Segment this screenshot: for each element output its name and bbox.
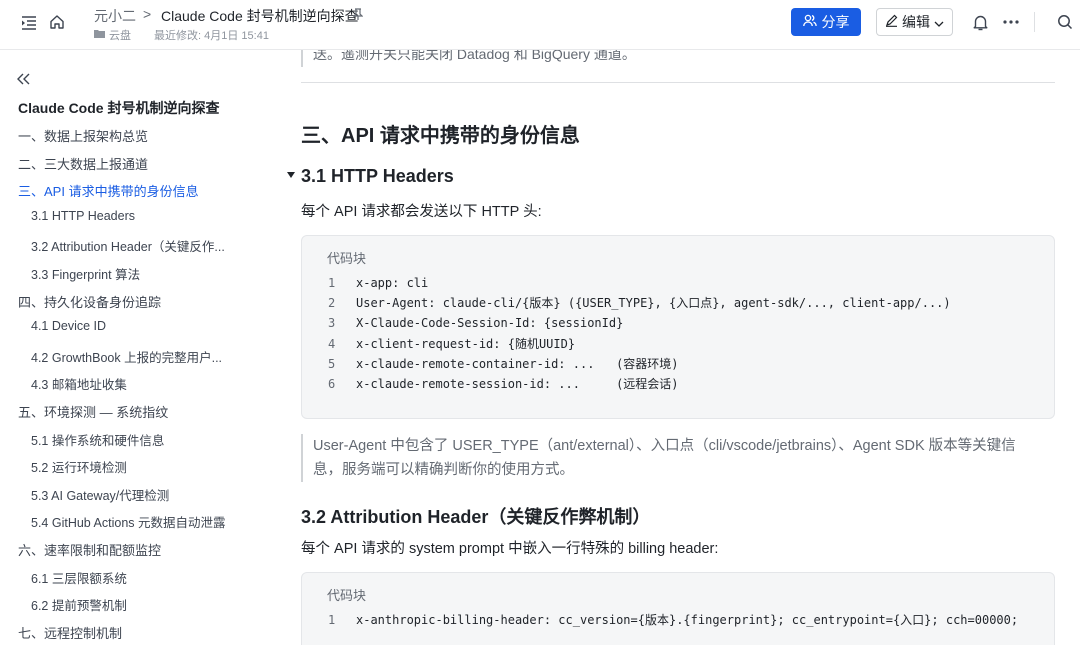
toc-item[interactable]: 二、三大数据上报通道 <box>18 154 148 173</box>
toc-item[interactable]: 5.2 运行环境检测 <box>31 457 127 476</box>
pencil-icon <box>885 14 898 30</box>
divider-line <box>301 82 1055 83</box>
toc-item[interactable]: 4.1 Device ID <box>31 319 106 333</box>
users-icon <box>802 14 817 30</box>
paragraph-3-2-intro: 每个 API 请求的 system prompt 中嵌入一行特殊的 billin… <box>301 541 719 557</box>
toc-item[interactable]: 3.3 Fingerprint 算法 <box>31 264 140 283</box>
pin-icon[interactable] <box>351 6 365 22</box>
quote-line: User-Agent 中包含了 USER_TYPE（ant/external）、… <box>313 438 1016 454</box>
code-text: x-claude-remote-container-id: ... (容器环境) <box>356 356 679 371</box>
breadcrumb-parent[interactable]: 元小二 <box>94 6 136 26</box>
bell-icon[interactable] <box>969 11 991 33</box>
line-number: 3 <box>328 316 336 331</box>
code-block[interactable]: 代码块 1 x-anthropic-billing-header: cc_vers… <box>301 572 1055 645</box>
edit-button[interactable]: 编辑 <box>876 8 953 36</box>
share-label: 分享 <box>821 14 850 30</box>
collapse-triangle-icon[interactable] <box>287 172 295 178</box>
search-icon[interactable] <box>1054 11 1076 33</box>
collapse-sidebar-icon[interactable] <box>14 70 34 88</box>
toc-item[interactable]: 4.3 邮箱地址收集 <box>31 374 127 393</box>
code-text: x-claude-remote-session-id: ... (远程会话) <box>356 377 679 391</box>
toc-item[interactable]: 3.2 Attribution Header（关键反作... <box>31 236 225 255</box>
toc-item[interactable]: 5.4 GitHub Actions 元数据自动泄露 <box>31 512 226 531</box>
toc-item[interactable]: 四、持久化设备身份追踪 <box>18 292 161 311</box>
line-number: 2 <box>328 296 336 311</box>
subsection-heading-3-2: 3.2 Attribution Header（关键反作弊机制） <box>301 507 651 527</box>
code-text: x-anthropic-billing-header: cc_version={… <box>356 613 1019 627</box>
toc-item[interactable]: 6.1 三层限额系统 <box>31 568 127 587</box>
folder-icon <box>94 29 105 41</box>
line-number: 4 <box>328 336 336 351</box>
line-number: 6 <box>328 377 336 391</box>
section-heading: 三、API 请求中携带的身份信息 <box>301 125 580 147</box>
divider <box>1034 12 1035 32</box>
quote-line: 息，服务端可以精确判断你的使用方式。 <box>313 462 574 478</box>
line-number: 1 <box>328 613 336 627</box>
doc-location[interactable]: 云盘 <box>94 27 131 43</box>
home-icon[interactable] <box>46 11 68 33</box>
toc-item[interactable]: 5.3 AI Gateway/代理检测 <box>31 485 169 504</box>
subsection-heading-3-1: 3.1 HTTP Headers <box>301 166 454 186</box>
toc-item[interactable]: 五、环境探测 — 系统指纹 <box>18 402 168 421</box>
code-text: x-client-request-id: {随机UUID} <box>356 336 576 351</box>
prev-quote: 送。遥测开关只能关闭 Datadog 和 BigQuery 通道。 <box>301 50 1055 67</box>
breadcrumb-separator: > <box>143 6 152 22</box>
toc-document-title[interactable]: Claude Code 封号机制逆向探查 <box>18 98 219 118</box>
paragraph-3-1-intro: 每个 API 请求都会发送以下 HTTP 头: <box>301 204 542 220</box>
chevron-down-icon <box>934 14 944 30</box>
last-modified: 最近修改: 4月1日 15:41 <box>154 30 269 42</box>
edit-label: 编辑 <box>902 14 930 30</box>
toc-item[interactable]: 6.2 提前预警机制 <box>31 595 127 614</box>
document-title[interactable]: Claude Code 封号机制逆向探查 <box>161 6 359 26</box>
toc-item[interactable]: 4.2 GrowthBook 上报的完整用户... <box>31 347 222 366</box>
top-bar: 元小二 > Claude Code 封号机制逆向探查 云盘 最近修改: 4月1日… <box>0 0 1080 50</box>
document-body: 送。遥测开关只能关闭 Datadog 和 BigQuery 通道。 三、API … <box>270 50 1080 645</box>
share-button[interactable]: 分享 <box>791 8 861 36</box>
location-label: 云盘 <box>109 30 131 42</box>
code-block-label: 代码块 <box>327 588 367 603</box>
line-number: 1 <box>328 276 336 290</box>
toc-item[interactable]: 3.1 HTTP Headers <box>31 209 135 223</box>
toc-item[interactable]: 三、API 请求中携带的身份信息 <box>18 181 199 200</box>
toc-item[interactable]: 5.1 操作系统和硬件信息 <box>31 430 164 449</box>
toc-item[interactable]: 一、数据上报架构总览 <box>18 126 148 145</box>
code-block-label: 代码块 <box>327 251 367 266</box>
code-text: User-Agent: claude-cli/{版本} ({USER_TYPE}… <box>356 296 951 311</box>
toc-item[interactable]: 七、远程控制机制 <box>18 623 122 642</box>
code-text: X-Claude-Code-Session-Id: {sessionId} <box>356 316 624 331</box>
quote-block: User-Agent 中包含了 USER_TYPE（ant/external）、… <box>301 434 1055 482</box>
code-block[interactable]: 代码块 1 x-app: cli 2 User-Agent: claude-cli/{… <box>301 235 1055 419</box>
toc-item[interactable]: 六、速率限制和配额监控 <box>18 540 161 559</box>
toc-sidebar: Claude Code 封号机制逆向探查 一、数据上报架构总览 二、三大数据上报通… <box>0 50 270 645</box>
more-icon[interactable] <box>1000 11 1022 33</box>
toc-toggle-icon[interactable] <box>18 12 40 34</box>
code-text: x-app: cli <box>356 276 429 290</box>
line-number: 5 <box>328 356 336 371</box>
